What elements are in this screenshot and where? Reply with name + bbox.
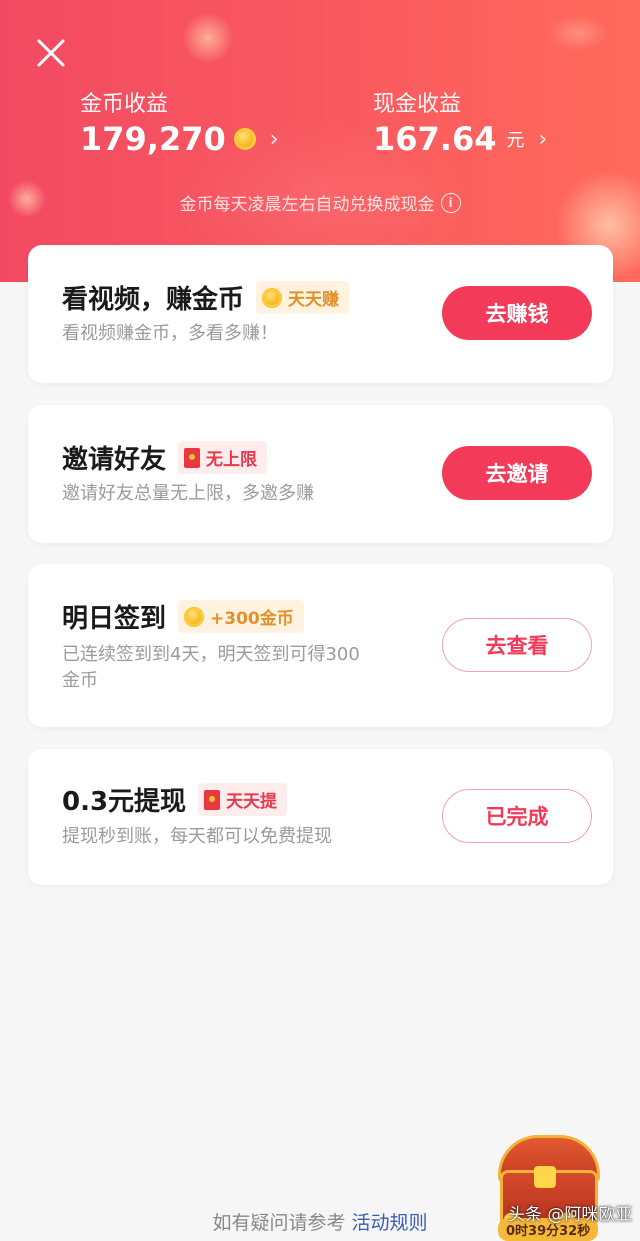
task-title: 明日签到 — [62, 604, 167, 634]
exchange-note: 金币每天凌晨左右自动兑换成现金 i — [0, 190, 640, 215]
task-badge: 天天赚 — [256, 281, 350, 314]
cash-unit: 元 — [506, 130, 525, 151]
cash-earnings-amount: 167.64 — [373, 120, 497, 158]
info-icon[interactable]: i — [440, 192, 461, 213]
chevron-right-icon: › — [538, 126, 548, 152]
activity-rules-link[interactable]: 活动规则 — [352, 1212, 428, 1234]
task-badge-label: 天天提 — [226, 792, 278, 812]
completed-button[interactable]: 已完成 — [442, 789, 592, 843]
view-checkin-button[interactable]: 去查看 — [442, 618, 592, 672]
gold-earnings-value[interactable]: 179,270 › — [80, 120, 279, 158]
task-badge: 天天提 — [198, 783, 288, 816]
task-title: 看视频，赚金币 — [62, 285, 245, 315]
close-icon — [37, 39, 65, 67]
exchange-note-text: 金币每天凌晨左右自动兑换成现金 — [179, 195, 435, 215]
task-subtitle: 已连续签到到4天，明天签到可得300 金币 — [62, 642, 422, 694]
task-subtitle: 看视频赚金币，多看多赚！ — [62, 323, 278, 344]
task-card-withdraw: 0.3元提现 天天提 提现秒到账，每天都可以免费提现 已完成 — [28, 749, 613, 885]
cash-earnings-label: 现金收益 — [373, 92, 462, 117]
task-card-watch-video: 看视频，赚金币 天天赚 看视频赚金币，多看多赚！ 去赚钱 — [28, 245, 613, 383]
task-subtitle: 提现秒到账，每天都可以免费提现 — [62, 826, 332, 847]
decor-bokeh — [548, 15, 608, 51]
earn-money-button[interactable]: 去赚钱 — [442, 286, 592, 340]
footer-help-text: 如有疑问请参考 — [212, 1212, 346, 1234]
task-badge: +300金币 — [178, 600, 304, 633]
task-badge: 无上限 — [178, 441, 268, 474]
gold-coin-icon — [262, 287, 283, 308]
earnings-header: 金币收益 179,270 › 现金收益 167.64 元 › 金币每天凌晨左右自… — [0, 0, 640, 282]
task-subtitle-line: 金币 — [62, 670, 98, 691]
chest-lock-icon — [534, 1166, 556, 1188]
watermark: 头条 @阿咪欧亚 — [508, 1205, 633, 1225]
cash-earnings-value[interactable]: 167.64 元 › — [373, 120, 547, 158]
red-envelope-icon — [204, 789, 221, 810]
close-button[interactable] — [28, 30, 74, 76]
task-title: 0.3元提现 — [62, 787, 187, 817]
task-subtitle: 邀请好友总量无上限，多邀多赚 — [62, 483, 314, 504]
task-title-row: 0.3元提现 天天提 — [62, 781, 288, 818]
gold-coin-icon — [233, 128, 256, 150]
gold-earnings-amount: 179,270 — [80, 120, 226, 158]
task-card-checkin: 明日签到 +300金币 已连续签到到4天，明天签到可得300 金币 去查看 — [28, 564, 613, 727]
chevron-right-icon: › — [269, 126, 279, 152]
task-title: 邀请好友 — [62, 445, 167, 475]
task-subtitle-line: 已连续签到到4天，明天签到可得300 — [62, 644, 360, 665]
task-badge-label: 天天赚 — [288, 290, 340, 310]
gold-coin-icon — [184, 606, 205, 627]
task-card-invite-friends: 邀请好友 无上限 邀请好友总量无上限，多邀多赚 去邀请 — [28, 405, 613, 543]
gold-earnings-label: 金币收益 — [80, 92, 169, 117]
task-badge-label: 无上限 — [206, 450, 258, 470]
task-title-row: 看视频，赚金币 天天赚 — [62, 279, 350, 316]
task-title-row: 邀请好友 无上限 — [62, 439, 268, 476]
task-badge-label: +300金币 — [210, 609, 294, 629]
red-envelope-icon — [184, 447, 201, 468]
invite-button[interactable]: 去邀请 — [442, 446, 592, 500]
task-title-row: 明日签到 +300金币 — [62, 598, 304, 635]
decor-bokeh — [182, 12, 234, 64]
